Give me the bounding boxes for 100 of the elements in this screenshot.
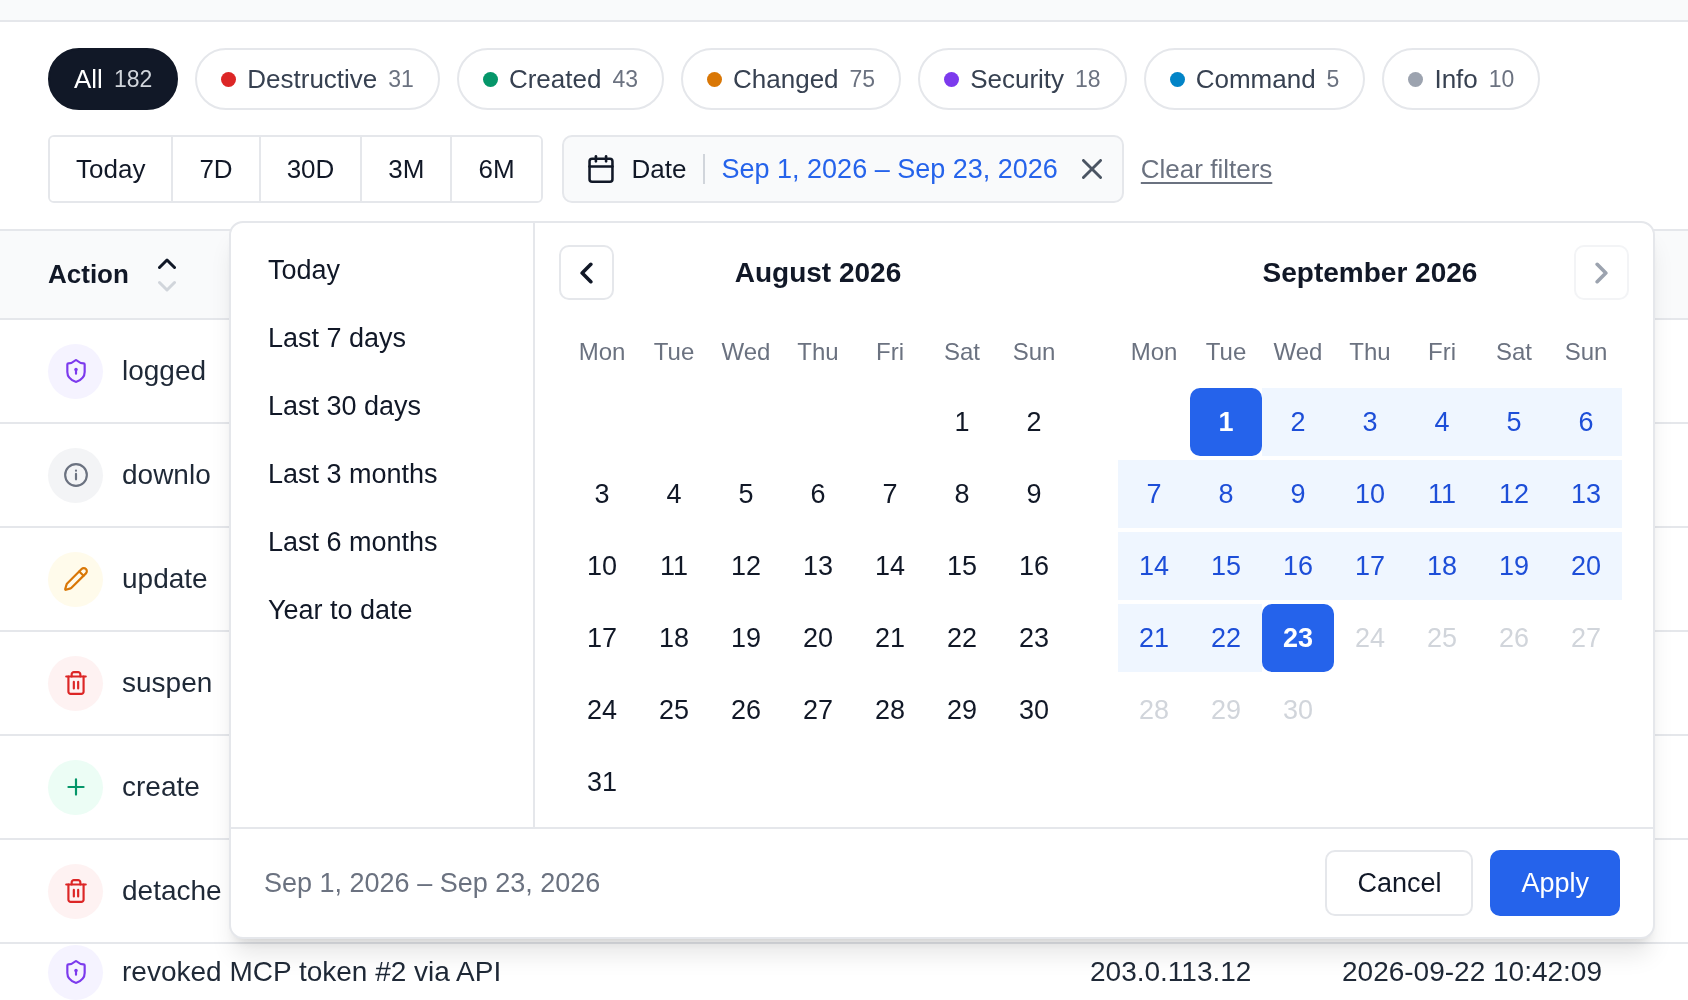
weekday-label: Sat [944, 337, 980, 367]
calendar-day[interactable]: 14 [1118, 532, 1190, 600]
calendar-day[interactable]: 31 [566, 748, 638, 816]
preset-option[interactable]: Year to date [231, 576, 533, 644]
calendar-day[interactable]: 13 [782, 532, 854, 600]
calendar-day[interactable]: 4 [1406, 388, 1478, 456]
weekday-label: Sun [1564, 337, 1608, 367]
weekday-label: Fri [876, 337, 904, 367]
filter-chip[interactable]: Destructive 31 [195, 48, 440, 110]
calendar-day[interactable]: 2 [998, 388, 1070, 456]
calendar-day[interactable]: 21 [1118, 604, 1190, 672]
ip-address-text: 203.0.113.12 [1090, 956, 1252, 987]
calendar-day[interactable]: 2 [1262, 388, 1334, 456]
calendar-day[interactable]: 12 [710, 532, 782, 600]
calendar-day[interactable]: 27 [782, 676, 854, 744]
calendar-day[interactable]: 17 [1334, 532, 1406, 600]
preset-option[interactable]: Last 6 months [231, 508, 533, 576]
calendar-day[interactable]: 1 [1190, 388, 1262, 456]
calendar-icon [587, 155, 614, 183]
calendar-day[interactable]: 23 [998, 604, 1070, 672]
calendar-day[interactable]: 22 [1190, 604, 1262, 672]
calendar-day[interactable]: 3 [566, 460, 638, 528]
weekday-label: Mon [578, 337, 626, 367]
calendar-day[interactable]: 15 [1190, 532, 1262, 600]
calendar-day[interactable]: 17 [566, 604, 638, 672]
calendar-day[interactable]: 5 [1478, 388, 1550, 456]
calendar-day[interactable]: 14 [854, 532, 926, 600]
filter-chip[interactable]: Changed 75 [681, 48, 902, 110]
calendar-day[interactable]: 16 [998, 532, 1070, 600]
weekday-label: Thu [797, 337, 839, 367]
calendar-day[interactable]: 23 [1262, 604, 1334, 672]
preset-option[interactable]: Last 30 days [231, 372, 533, 440]
calendar-day[interactable]: 10 [1334, 460, 1406, 528]
sort-icon[interactable] [157, 256, 176, 293]
weekday-label: Sat [1496, 337, 1532, 367]
cancel-button[interactable]: Cancel [1325, 850, 1474, 916]
preset-option[interactable]: Today [231, 236, 533, 304]
calendar-day[interactable]: 3 [1334, 388, 1406, 456]
filter-chip[interactable]: All 182 [48, 48, 179, 110]
weekday-label: Mon [1130, 337, 1178, 367]
calendar-day[interactable]: 22 [926, 604, 998, 672]
calendar-day[interactable]: 28 [854, 676, 926, 744]
calendar-day[interactable]: 26 [710, 676, 782, 744]
calendar-day[interactable]: 16 [1262, 532, 1334, 600]
filter-chip[interactable]: Security 18 [918, 48, 1127, 110]
action-text: suspen [122, 666, 213, 700]
action-text: revoked MCP token #2 via API [122, 955, 502, 989]
action-text: detache [122, 874, 222, 908]
action-text: logged [122, 354, 207, 388]
calendar-day[interactable]: 13 [1550, 460, 1622, 528]
calendar-day[interactable]: 18 [638, 604, 710, 672]
calendar-day[interactable]: 29 [926, 676, 998, 744]
weekday-label: Wed [721, 337, 771, 367]
calendar-day[interactable]: 21 [854, 604, 926, 672]
calendar-day[interactable]: 8 [926, 460, 998, 528]
weekday-label: Sun [1012, 337, 1056, 367]
calendar-day[interactable]: 7 [1118, 460, 1190, 528]
calendar-day[interactable]: 24 [566, 676, 638, 744]
action-text: update [122, 562, 208, 596]
filter-chip[interactable]: Created 43 [456, 48, 664, 110]
calendar-day[interactable]: 9 [998, 460, 1070, 528]
calendar-day[interactable]: 9 [1262, 460, 1334, 528]
filter-chip[interactable]: Info 10 [1382, 48, 1541, 110]
calendar-day[interactable]: 8 [1190, 460, 1262, 528]
weekday-label: Tue [1205, 337, 1247, 367]
calendar-day[interactable]: 1 [926, 388, 998, 456]
filter-chip[interactable]: Command 5 [1143, 48, 1366, 110]
calendar-day[interactable]: 7 [854, 460, 926, 528]
date-filter[interactable]: Date Sep 1, 2026 – Sep 23, 2026 [561, 135, 1124, 203]
calendar-day[interactable]: 20 [1550, 532, 1622, 600]
previous-month-button[interactable] [559, 245, 614, 300]
calendar-day[interactable]: 15 [926, 532, 998, 600]
calendar-day[interactable]: 19 [1478, 532, 1550, 600]
preset-option[interactable]: Last 7 days [231, 304, 533, 372]
selected-range-text: Sep 1, 2026 – Sep 23, 2026 [264, 866, 601, 900]
action-text: create [122, 770, 200, 804]
calendar-day[interactable]: 11 [638, 532, 710, 600]
calendar-day[interactable]: 6 [782, 460, 854, 528]
calendar-day[interactable]: 30 [998, 676, 1070, 744]
weekday-label: Tue [653, 337, 695, 367]
calendar-day[interactable]: 20 [782, 604, 854, 672]
clear-filters-link[interactable]: Clear filters [1140, 149, 1273, 189]
apply-button[interactable]: Apply [1490, 850, 1620, 916]
calendar-day[interactable]: 25 [638, 676, 710, 744]
month-title: September 2026 [1262, 255, 1478, 290]
close-icon[interactable] [1081, 159, 1102, 179]
range-button[interactable]: 6M [450, 137, 541, 201]
calendar-day[interactable]: 18 [1406, 532, 1478, 600]
calendar-day[interactable]: 19 [710, 604, 782, 672]
calendar-day[interactable]: 6 [1550, 388, 1622, 456]
calendar-day[interactable]: 12 [1478, 460, 1550, 528]
action-text: downlo [122, 458, 211, 492]
calendar-day[interactable]: 4 [638, 460, 710, 528]
preset-option[interactable]: Last 3 months [231, 440, 533, 508]
month-title: August 2026 [734, 255, 902, 290]
column-header[interactable]: Action [48, 255, 129, 294]
calendar-day[interactable]: 5 [710, 460, 782, 528]
weekday-label: Thu [1349, 337, 1391, 367]
calendar-day[interactable]: 11 [1406, 460, 1478, 528]
calendar-day[interactable]: 10 [566, 532, 638, 600]
